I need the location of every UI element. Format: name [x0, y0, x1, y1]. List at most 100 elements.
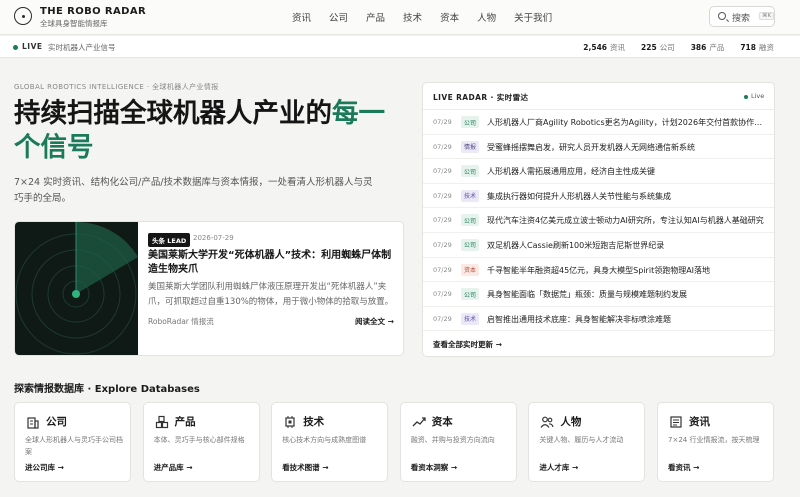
- radar-item-date: 07/29: [433, 290, 452, 299]
- radar-item-tag: 公司: [461, 116, 480, 128]
- radar-logo-icon[interactable]: [14, 7, 32, 25]
- radar-item-tag: 公司: [461, 288, 480, 301]
- nav-item-products[interactable]: 产品: [366, 10, 385, 24]
- nav-item-people[interactable]: 人物: [477, 10, 496, 24]
- lead-badge: 头条 LEAD: [148, 233, 191, 247]
- radar-item[interactable]: 07/29 公司 具身智能面临「数据荒」瓶颈：质量与规模难题制约发展: [423, 282, 774, 307]
- radar-title: LIVE RADAR · 实时雷达: [433, 93, 529, 102]
- radar-live-dot-icon: [744, 95, 748, 99]
- radar-item-text: 人形机器人需拓展通用应用，经济自主性成关键: [487, 167, 655, 177]
- radar-item-text: 集成执行器如何提升人形机器人关节性能与系统集成: [487, 191, 671, 201]
- radar-list: 07/29 公司 人形机器人厂商Agility Robotics更名为Agility…: [423, 110, 774, 332]
- radar-item[interactable]: 07/29 公司 双足机器人Cassie刷新100米短跑吉尼斯世界纪录: [423, 233, 774, 258]
- search-label: 搜索: [732, 14, 751, 24]
- database-card-name: 资讯: [689, 416, 710, 428]
- radar-item-tag: 公司: [461, 214, 480, 227]
- radar-header: LIVE RADAR · 实时雷达 Live: [423, 83, 774, 110]
- top-header: THE ROBO RADAR 全球具身智能情报库 资讯 公司 产品 技术 资本 …: [0, 0, 800, 35]
- radar-item-date: 07/29: [433, 314, 452, 323]
- radar-item-date: 07/29: [433, 265, 452, 274]
- database-card-link[interactable]: 看资讯 →: [668, 462, 699, 473]
- radar-sweep-icon: [15, 222, 138, 355]
- nav-item-capital[interactable]: 资本: [440, 10, 459, 24]
- radar-item-tag: 公司: [461, 165, 480, 178]
- database-card-name: 资本: [431, 416, 453, 428]
- radar-item[interactable]: 07/29 资本 千寻智能半年融资超45亿元，具身大模型Spirit领跑物理AI落地: [423, 258, 774, 283]
- database-card-tech[interactable]: 技术核心技术方向与成熟度图谱 看技术图谱 →: [271, 402, 389, 482]
- database-card-capital[interactable]: 资本融资、并购与投资方向流向 看资本洞察 →: [399, 402, 517, 482]
- radar-item-text: 千寻智能半年融资超45亿元，具身大模型Spirit领跑物理AI落地: [487, 265, 711, 275]
- database-card-companies[interactable]: 公司全球人形机器人与灵巧手公司档案进公司库 →: [14, 402, 131, 482]
- lead-card[interactable]: 头条 LEAD 2026-07-29 美国莱斯大学开发“死体机器人”技术：利用蜘…: [14, 221, 404, 356]
- radar-item-tag: 技术: [461, 189, 480, 202]
- radar-item-date: 07/29: [433, 167, 452, 176]
- chip-icon: [283, 414, 297, 428]
- database-card-name: 产品: [174, 416, 196, 428]
- live-label: LIVE: [22, 42, 43, 51]
- radar-item-text: 人形机器人厂商Agility Robotics更名为Agility，计划2026…: [487, 118, 769, 127]
- database-card-desc: 全球人形机器人与灵巧手公司档案: [25, 436, 123, 456]
- database-card-desc: 本体、灵巧手与核心部件规格: [153, 436, 245, 444]
- database-card-products[interactable]: 产品本体、灵巧手与核心部件规格 进产品库 →: [142, 402, 260, 482]
- nav-item-companies[interactable]: 公司: [329, 10, 348, 24]
- radar-item-date: 07/29: [433, 240, 452, 249]
- database-card-link[interactable]: 进人才库 →: [539, 462, 578, 473]
- search-icon: [718, 12, 726, 20]
- radar-graphic: [15, 222, 138, 355]
- lead-title[interactable]: 美国莱斯大学开发“死体机器人”技术：利用蜘蛛尸体制造生物夹爪: [148, 249, 398, 277]
- radar-item[interactable]: 07/29 公司 人形机器人厂商Agility Robotics更名为Agility…: [423, 110, 774, 135]
- hero-title: 持续扫描全球机器人产业的每一个信号: [14, 98, 385, 163]
- radar-item-tag: 公司: [461, 238, 480, 251]
- radar-item-text: 现代汽车注资4亿美元成立波士顿动力AI研究所，专注认知AI与机器人基础研究: [487, 216, 764, 226]
- stat-funding: 718 融资: [740, 43, 774, 52]
- live-bar: LIVE 实时机器人产业信号 2,546 资讯 225 公司 386 产品 718 融资: [0, 36, 800, 58]
- database-card-name: 人物: [560, 416, 582, 428]
- live-text: 实时机器人产业信号: [48, 43, 116, 52]
- radar-item[interactable]: 07/29 情报 受蜜蜂摇摆舞启发，研究人员开发机器人无网络通信新系统: [423, 135, 774, 160]
- radar-item-tag: 情报: [461, 140, 480, 153]
- radar-item-text: 受蜜蜂摇摆舞启发，研究人员开发机器人无网络通信新系统: [487, 142, 695, 152]
- database-card-desc: 融资、并购与投资方向流向: [410, 436, 495, 444]
- hero-subtitle: 7×24 实时资讯、结构化公司/产品/技术数据库与资本情报，一处看清人形机器人与…: [14, 177, 373, 204]
- database-card-people[interactable]: 人物关键人物、履历与人才流动 进人才库 →: [528, 402, 646, 482]
- search-button[interactable]: 搜索 ⌘K: [709, 6, 775, 27]
- database-card-name: 公司: [46, 416, 67, 428]
- search-shortcut: ⌘K: [759, 12, 775, 20]
- radar-item-date: 07/29: [433, 216, 452, 225]
- nav-item-tech[interactable]: 技术: [403, 10, 422, 24]
- radar-item-text: 具身智能面临「数据荒」瓶颈：质量与规模难题制约发展: [487, 290, 687, 300]
- radar-item-tag: 技术: [461, 312, 480, 325]
- lead-date: 2026-07-29: [193, 234, 234, 242]
- stats-group: 2,546 资讯 225 公司 386 产品 718 融资: [567, 42, 774, 53]
- databases-title: 探索情报数据库 · Explore Databases: [14, 384, 200, 395]
- database-card-link[interactable]: 进产品库 →: [154, 462, 193, 473]
- radar-item[interactable]: 07/29 技术 启智推出通用技术底座：具身智能解决非标喷涂难题: [423, 307, 774, 332]
- database-card-news[interactable]: 资讯 7×24 行业情报流，按天梳理 看资讯 →: [657, 402, 774, 482]
- database-card-name: 技术: [303, 416, 325, 428]
- stat-companies: 225 公司: [641, 43, 675, 52]
- radar-item-text: 启智推出通用技术底座：具身智能解决非标喷涂难题: [487, 314, 671, 324]
- cubes-icon: [155, 414, 169, 429]
- database-card-link[interactable]: 看资本洞察 →: [411, 462, 457, 473]
- nav-item-about[interactable]: 关于我们: [514, 10, 552, 24]
- stat-news: 2,546 资讯: [583, 43, 626, 52]
- database-card-link[interactable]: 看技术图谱 →: [282, 462, 328, 473]
- nav-item-news[interactable]: 资讯: [292, 10, 311, 24]
- people-icon: [540, 414, 554, 428]
- database-card-link[interactable]: 进公司库 →: [25, 462, 64, 473]
- building-icon: [26, 414, 40, 429]
- lead-source: RoboRadar 情报流: [148, 317, 214, 326]
- database-card-desc: 核心技术方向与成熟度图谱: [282, 436, 367, 444]
- database-card-desc: 关键人物、履历与人才流动: [539, 436, 624, 444]
- radar-item[interactable]: 07/29 技术 集成执行器如何提升人形机器人关节性能与系统集成: [423, 184, 774, 209]
- brand-title[interactable]: THE ROBO RADAR: [40, 6, 146, 17]
- database-card-desc: 7×24 行业情报流，按天梳理: [668, 436, 760, 444]
- view-all-updates-link[interactable]: 查看全部实时更新 →: [433, 339, 502, 350]
- brand-subtitle: 全球具身智能情报库: [40, 19, 108, 28]
- read-more-link[interactable]: 阅读全文 →: [355, 316, 394, 327]
- radar-item-text: 双足机器人Cassie刷新100米短跑吉尼斯世界纪录: [487, 240, 665, 250]
- news-icon: [669, 414, 683, 428]
- radar-item[interactable]: 07/29 公司 人形机器人需拓展通用应用，经济自主性成关键: [423, 159, 774, 184]
- hero-eyebrow: GLOBAL ROBOTICS INTELLIGENCE · 全球机器人产业情报: [14, 83, 219, 91]
- radar-item[interactable]: 07/29 公司 现代汽车注资4亿美元成立波士顿动力AI研究所，专注认知AI与机器人…: [423, 208, 774, 233]
